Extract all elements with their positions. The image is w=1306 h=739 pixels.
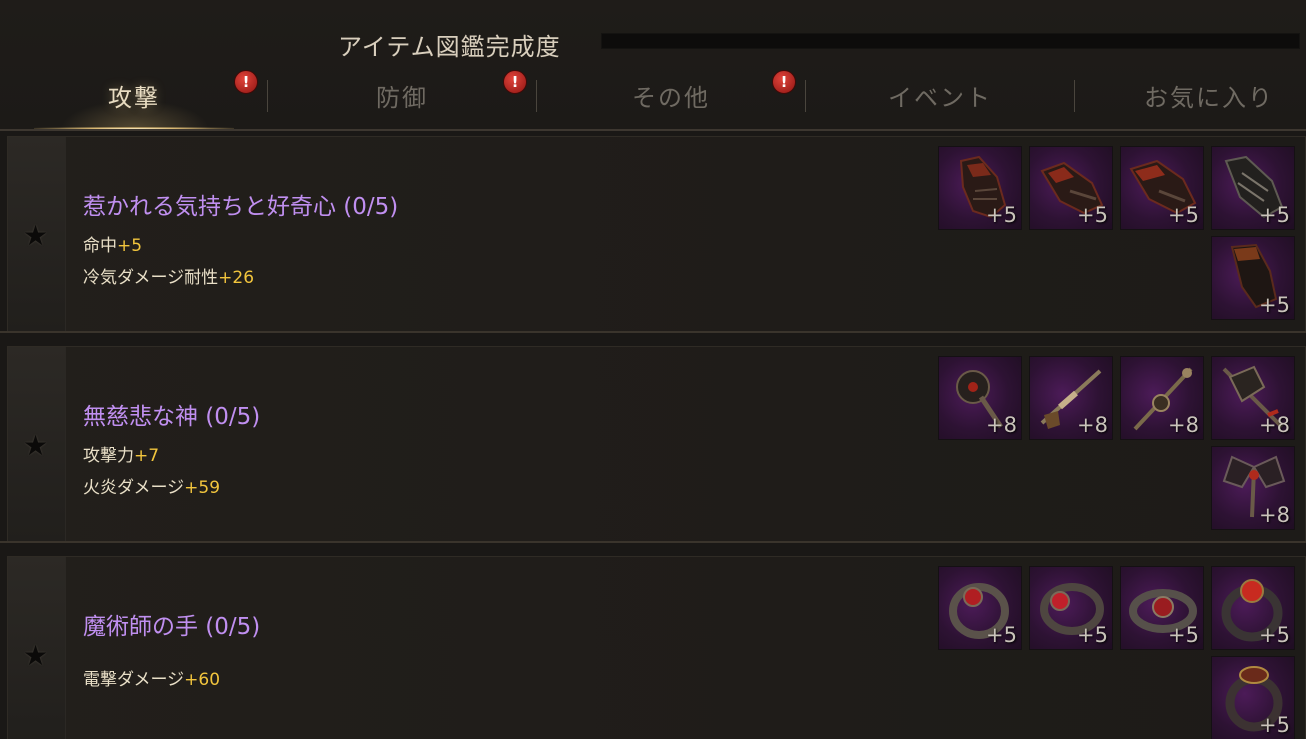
item-enhance-level: +5 [986,203,1017,227]
header-divider [0,129,1306,131]
stat-label: 命中 [83,236,117,256]
alert-icon: ! [772,70,796,94]
favorite-toggle[interactable]: ★ [8,347,66,541]
tab-defense[interactable]: 防御 [268,70,536,130]
set-stat: 火炎ダメージ+59 [83,473,220,498]
item-enhance-level: +5 [1077,203,1108,227]
item-enhance-level: +5 [1259,623,1290,647]
star-icon: ★ [23,429,49,462]
stat-label: 冷気ダメージ耐性 [83,268,219,288]
item-enhance-level: +5 [1259,713,1290,737]
favorite-toggle[interactable]: ★ [8,137,66,331]
set-stat: 攻撃力+7 [83,441,159,466]
item-slot[interactable]: +8 [1029,356,1113,440]
set-name: 惹かれる気持ちと好奇心 (0/5) [83,194,399,220]
collection-header: アイテム図鑑完成度 攻撃 ! 防御 ! その他 ! イベント お気に入り [0,0,1306,130]
tab-label: お気に入り [1144,84,1274,112]
stat-value: +59 [184,478,221,498]
tab-label: その他 [632,84,710,112]
item-enhance-level: +5 [1168,203,1199,227]
item-enhance-level: +8 [1168,413,1199,437]
favorite-toggle[interactable]: ★ [8,557,66,739]
item-slot[interactable]: +5 [1120,566,1204,650]
stat-label: 電撃ダメージ [83,670,185,690]
stat-value: +5 [117,236,143,256]
item-enhance-level: +8 [1259,413,1290,437]
star-icon: ★ [23,639,49,672]
category-tabs: 攻撃 ! 防御 ! その他 ! イベント お気に入り [0,70,1306,130]
tab-attack[interactable]: 攻撃 [0,70,268,130]
tab-event[interactable]: イベント [806,70,1074,130]
item-slot[interactable]: +8 [938,356,1022,440]
row-divider [0,331,1306,333]
alert-icon: ! [503,70,527,94]
item-slot[interactable]: +5 [1211,236,1295,320]
item-enhance-level: +5 [1259,203,1290,227]
star-icon: ★ [23,219,49,252]
item-enhance-level: +5 [1077,623,1108,647]
item-slot[interactable]: +5 [938,566,1022,650]
stat-value: +7 [134,446,160,466]
active-tab-halo [60,100,210,130]
item-enhance-level: +5 [986,623,1017,647]
item-enhance-level: +8 [986,413,1017,437]
set-row[interactable]: ★ 魔術師の手 (0/5) 電撃ダメージ+60 +5 +5 +5 +5 +5 [7,556,1306,739]
set-name: 無慈悲な神 (0/5) [83,404,261,430]
item-enhance-level: +5 [1168,623,1199,647]
item-slot[interactable]: +5 [1029,146,1113,230]
item-slot[interactable]: +8 [1211,446,1295,530]
item-slot[interactable]: +5 [1029,566,1113,650]
stat-value: +26 [218,268,255,288]
completion-title: アイテム図鑑完成度 [338,33,561,61]
row-divider [0,541,1306,543]
set-name: 魔術師の手 (0/5) [83,614,261,640]
item-slot[interactable]: +8 [1120,356,1204,440]
set-row[interactable]: ★ 無慈悲な神 (0/5) 攻撃力+7 火炎ダメージ+59 +8 +8 +8 +… [7,346,1306,542]
stat-label: 攻撃力 [83,446,134,466]
tab-favorites[interactable]: お気に入り [1075,70,1306,130]
tab-label: イベント [888,84,992,112]
alert-icon: ! [234,70,258,94]
item-enhance-level: +5 [1259,293,1290,317]
item-slot[interactable]: +5 [1120,146,1204,230]
set-stat: 冷気ダメージ耐性+26 [83,263,254,288]
stat-value: +60 [184,670,221,690]
stat-label: 火炎ダメージ [83,478,185,498]
item-slot[interactable]: +5 [1211,566,1295,650]
item-slot[interactable]: +5 [938,146,1022,230]
set-stat: 命中+5 [83,231,142,256]
set-row[interactable]: ★ 惹かれる気持ちと好奇心 (0/5) 命中+5 冷気ダメージ耐性+26 +5 … [7,136,1306,332]
item-slot[interactable]: +5 [1211,146,1295,230]
completion-progress-bar [601,33,1300,49]
item-enhance-level: +8 [1259,503,1290,527]
set-stat: 電撃ダメージ+60 [83,665,220,690]
tab-label: 防御 [376,84,428,112]
tab-other[interactable]: その他 [537,70,805,130]
item-slot[interactable]: +8 [1211,356,1295,440]
item-enhance-level: +8 [1077,413,1108,437]
item-slot[interactable]: +5 [1211,656,1295,739]
